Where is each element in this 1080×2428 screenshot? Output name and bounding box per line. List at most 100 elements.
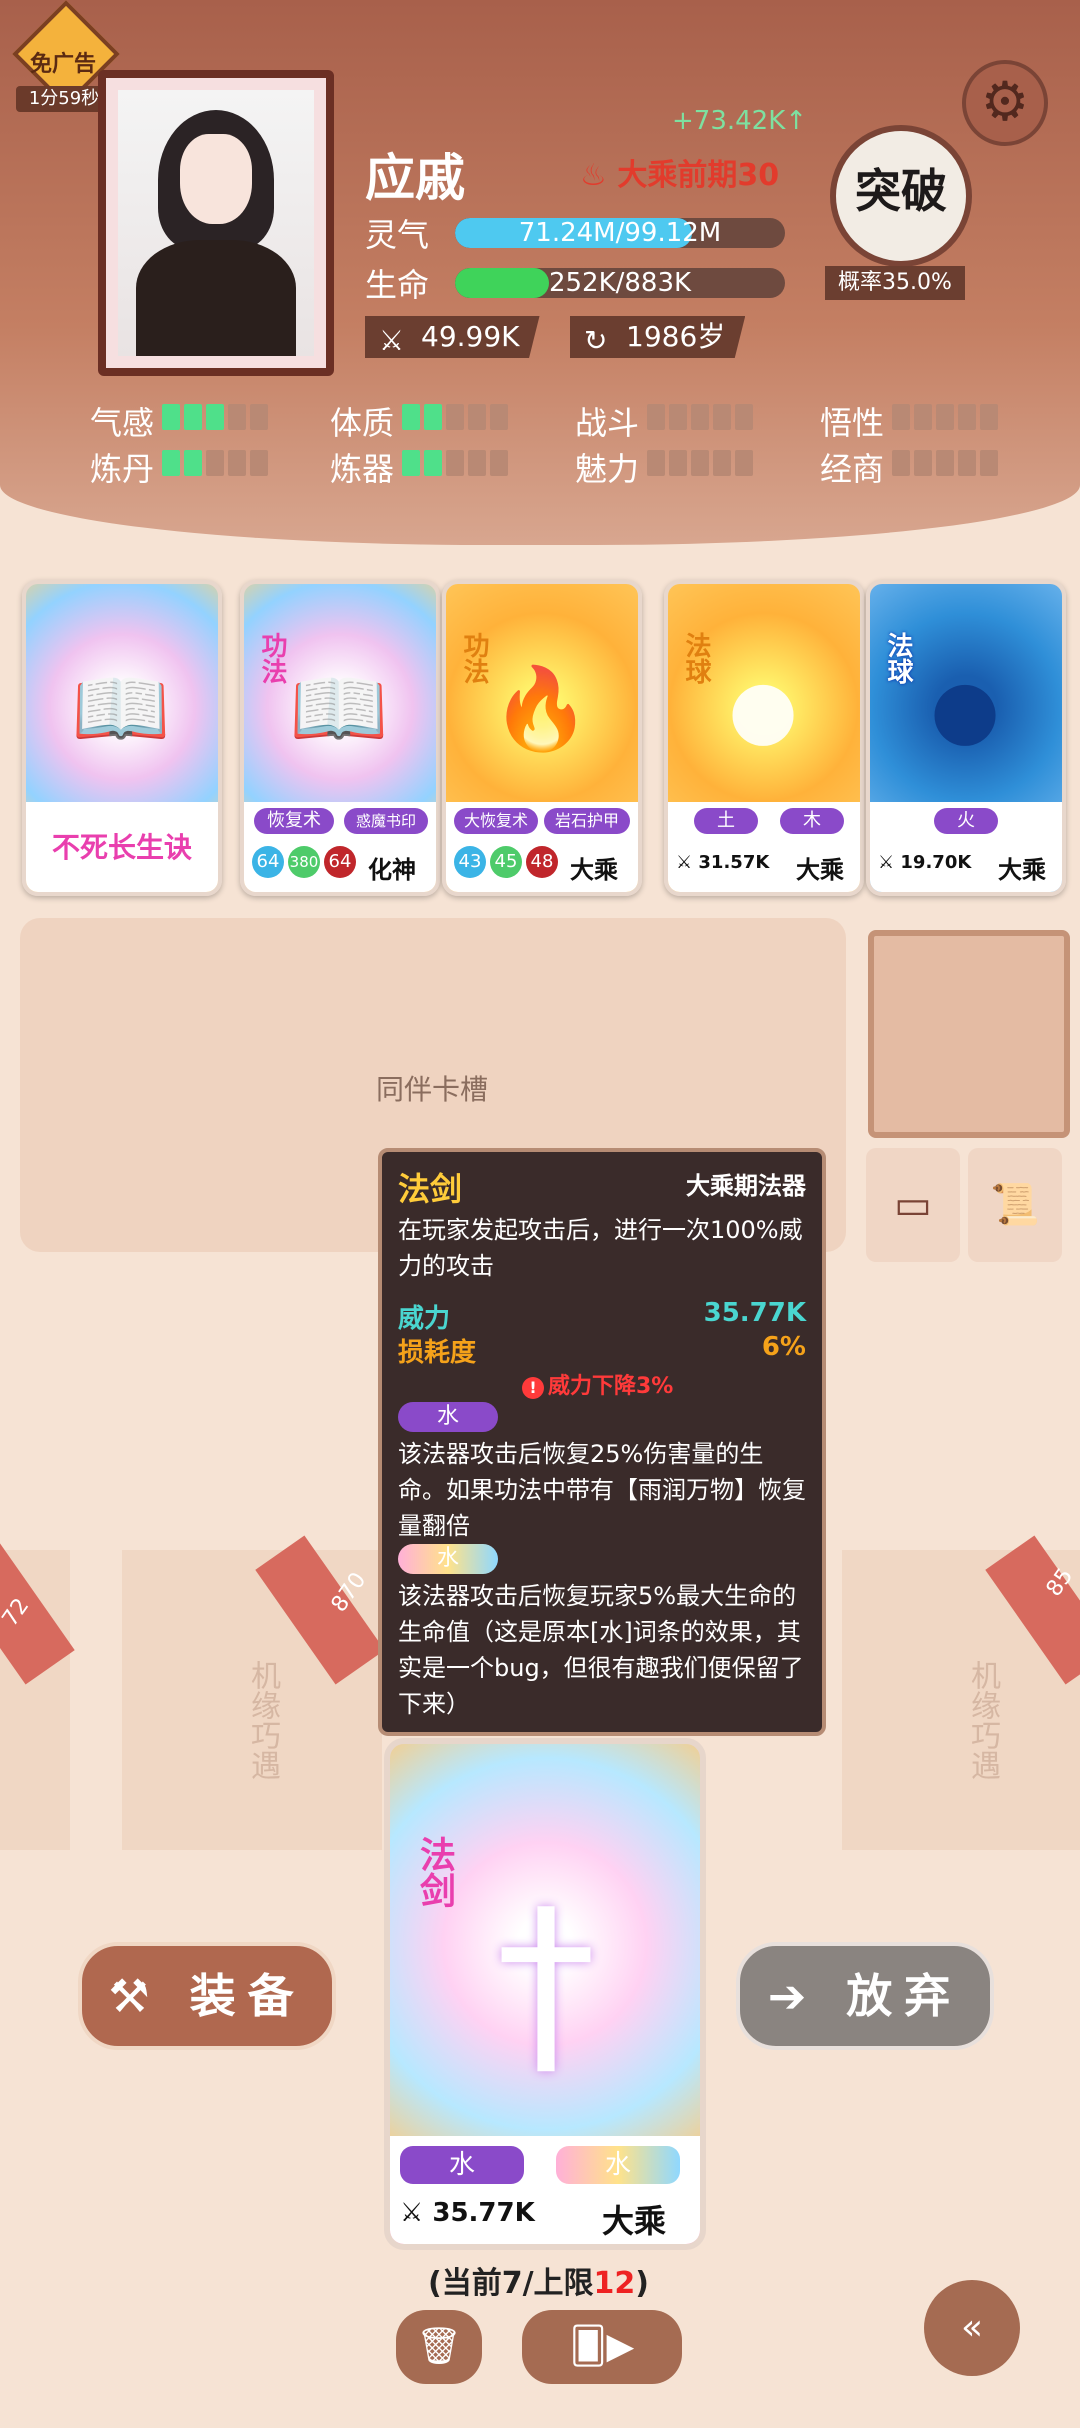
attack-chip: ⚔ 49.99K [365, 316, 540, 358]
card-tag: 恢复术 [254, 808, 334, 834]
fire-book-icon: 🔥 [491, 662, 591, 755]
attribute-label: 战斗 [575, 404, 640, 442]
attribute-pip [669, 450, 687, 476]
arrow-right-icon: ➔ [767, 1969, 819, 2023]
bg-text: 机缘巧遇 [965, 1660, 1000, 1780]
attribute-pip [914, 404, 932, 430]
attribute-pips [647, 404, 753, 430]
fire-orb-icon: ● [728, 662, 798, 755]
card-tag: 木 [780, 808, 844, 834]
orb-card-1[interactable]: 法球 ● 土 木 ⚔ 31.57K 大乘 [664, 580, 864, 896]
card-kind: 法球 [883, 632, 913, 684]
scroll-icon[interactable]: 📜 [968, 1148, 1062, 1262]
attribute-pips [402, 404, 508, 430]
attribute-pip [936, 404, 954, 430]
card-power: ⚔ 35.77K [400, 2198, 535, 2228]
attribute-pip [490, 404, 508, 430]
player-header: 免广告 1分59秒 应戚 +73.42K↑ ♨ 大乘前期30 灵气 71.24M… [0, 0, 1080, 545]
breakthrough-button[interactable]: 突破 [830, 125, 972, 267]
wear-label: 损耗度 [398, 1338, 477, 1368]
card-kind: 法球 [681, 632, 711, 684]
discard-button[interactable]: ➔ 放弃 [736, 1942, 994, 2050]
equip-button[interactable]: ⚒ 装备 [78, 1942, 336, 2050]
attribute-pip [402, 404, 420, 430]
attribute-pip [647, 404, 665, 430]
discard-label: 放弃 [846, 1969, 963, 2023]
back-icon[interactable]: « [924, 2280, 1020, 2376]
stat-circle: 48 [526, 846, 558, 878]
stat-circle: 380 [288, 846, 320, 878]
book-icon: 📖 [71, 662, 171, 755]
attribute-pip [980, 450, 998, 476]
power-value: 35.77K [703, 1298, 806, 1328]
player-portrait[interactable] [98, 70, 334, 376]
attribute-pip [424, 450, 442, 476]
affix-pill: 水 [398, 1402, 498, 1432]
technique-card-2[interactable]: 功法 🔥 大恢复术 岩石护甲 43 45 48 大乘 [442, 580, 642, 896]
affix-text: 该法器攻击后恢复25%伤害量的生命。如果功法中带有【雨润万物】恢复量翻倍 [398, 1440, 806, 1540]
bg-text: 机缘巧遇 [245, 1660, 280, 1780]
sword-icon: † [496, 1867, 596, 2100]
attribute-label: 魅力 [575, 450, 640, 488]
attribute-pip [162, 450, 180, 476]
tooltip-title: 法剑 [398, 1170, 463, 1208]
stat-circle: 64 [252, 846, 284, 878]
card-name: 不死长生诀 [51, 831, 192, 864]
card-kind: 法剑 [414, 1836, 455, 1908]
life-value: 252K/883K [548, 268, 692, 298]
card-tag: 土 [694, 808, 758, 834]
bag-icon[interactable]: ▭ [866, 1148, 960, 1262]
attribute-pip [669, 404, 687, 430]
attack-value: 49.99K [421, 320, 520, 353]
card-footer: 不死长生诀 [26, 802, 218, 892]
affix-pill: 水 [398, 1544, 498, 1574]
technique-card-immortal[interactable]: 📖 不死长生诀 [22, 580, 222, 896]
attribute-pips [892, 404, 998, 430]
equip-label: 装备 [189, 1969, 306, 2023]
spirit-bar: 71.24M/99.12M [455, 218, 785, 248]
flame-icon: ♨ [580, 158, 607, 193]
attribute-label: 悟性 [820, 404, 885, 442]
selected-item-card[interactable]: 法剑 † 水 水 ⚔ 35.77K 大乘 [384, 1738, 706, 2250]
spirit-label: 灵气 [365, 216, 430, 254]
attribute-pip [892, 450, 910, 476]
player-name: 应戚 [365, 149, 465, 207]
attribute-pips [162, 404, 268, 430]
warning-icon: ! [522, 1377, 544, 1399]
attribute-label: 体质 [330, 404, 395, 442]
attribute-pip [914, 450, 932, 476]
gear-icon[interactable]: ⚙ [962, 60, 1048, 146]
orb-card-2[interactable]: 法球 ● 火 ⚔ 19.70K 大乘 [866, 580, 1066, 896]
item-tooltip: 法剑 大乘期法器 在玩家发起攻击后，进行一次100%威力的攻击 威力 35.77… [378, 1148, 826, 1736]
attribute-pips [647, 450, 753, 476]
breakthrough-label: 突破 [855, 164, 947, 218]
attribute-pip [691, 450, 709, 476]
shrine-gate-icon[interactable] [868, 930, 1070, 1138]
card-kind: 功法 [257, 632, 287, 684]
attribute-pip [184, 404, 202, 430]
stat-circle: 45 [490, 846, 522, 878]
cards-icon[interactable]: 🂠▶ [522, 2310, 682, 2384]
attribute-pip [713, 404, 731, 430]
tooltip-description: 在玩家发起攻击后，进行一次100%威力的攻击 [398, 1216, 803, 1280]
face-shape [180, 134, 252, 224]
attribute-pips [162, 450, 268, 476]
attribute-pip [647, 450, 665, 476]
attribute-pip [980, 404, 998, 430]
attribute-pip [468, 404, 486, 430]
attribute-pip [958, 404, 976, 430]
trash-icon[interactable]: 🗑 [396, 2310, 482, 2384]
life-label: 生命 [365, 266, 430, 304]
card-tag: 大恢复术 [454, 808, 538, 834]
card-tag: 火 [934, 808, 998, 834]
card-tag: 惑魔书印 [344, 808, 428, 834]
attribute-pip [250, 404, 268, 430]
attribute-pip [206, 450, 224, 476]
attribute-pip [958, 450, 976, 476]
card-realm: 化神 [368, 856, 416, 884]
anvil-icon: ⚒ [108, 1969, 162, 2023]
technique-card-1[interactable]: 功法 📖 恢复术 惑魔书印 64 380 64 化神 [240, 580, 440, 896]
card-power: ⚔ 19.70K [878, 852, 972, 873]
card-realm: 大乘 [998, 856, 1046, 884]
breakthrough-rate: 概率35.0% [825, 266, 965, 300]
